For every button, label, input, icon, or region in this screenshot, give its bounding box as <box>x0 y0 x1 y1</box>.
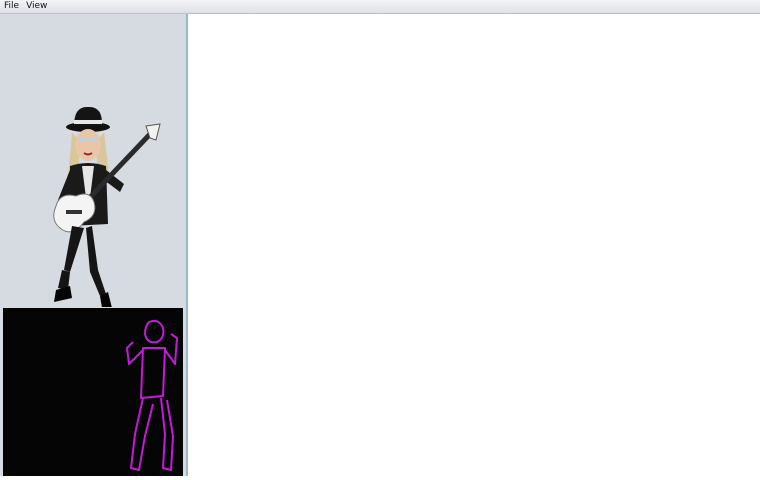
menu-bar: File View <box>0 0 760 14</box>
skeleton-panel <box>3 308 183 476</box>
menu-file[interactable]: File <box>0 0 22 13</box>
guitarist-avatar-icon <box>53 106 161 308</box>
avatar-panel <box>0 14 186 308</box>
main-content-area <box>188 14 760 476</box>
menu-view[interactable]: View <box>22 0 50 13</box>
sidebar <box>0 14 188 476</box>
skeleton-figure-icon <box>126 319 178 471</box>
